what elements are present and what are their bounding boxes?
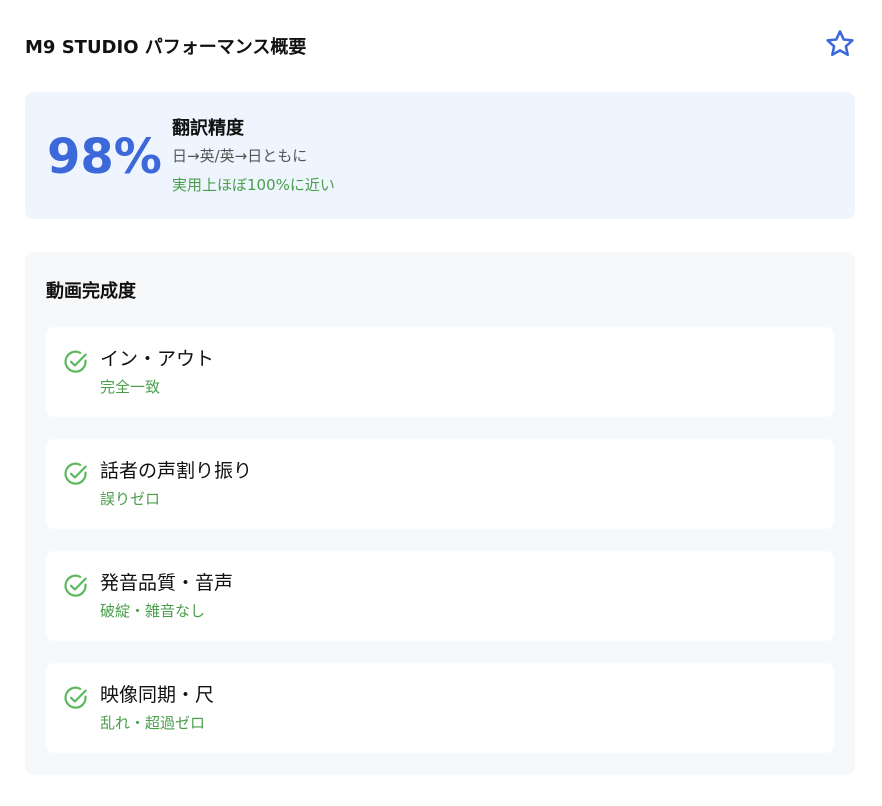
- accuracy-label: 翻訳精度: [172, 118, 244, 139]
- completion-title: 動画完成度: [46, 281, 136, 302]
- list-item: イン・アウト 完全一致: [46, 327, 834, 417]
- check-circle-icon: [64, 574, 87, 597]
- item-label: 話者の声割り振り: [100, 460, 253, 482]
- accuracy-note: 実用上ほぼ100%に近い: [172, 176, 335, 194]
- completion-panel: 動画完成度 イン・アウト 完全一致 話者の声割り振り 誤りゼロ 発音品質・音声 …: [25, 252, 855, 775]
- accuracy-details: 翻訳精度 日→英/英→日ともに 実用上ほぼ100%に近い: [172, 116, 335, 200]
- list-item: 発音品質・音声 破綻・雑音なし: [46, 551, 834, 641]
- accuracy-description: 日→英/英→日ともに: [172, 147, 308, 165]
- check-circle-icon: [64, 350, 87, 373]
- page-title: M9 STUDIO パフォーマンス概要: [25, 37, 307, 58]
- accuracy-value: 98%: [47, 129, 162, 185]
- completion-list: イン・アウト 完全一致 話者の声割り振り 誤りゼロ 発音品質・音声 破綻・雑音な…: [46, 327, 834, 775]
- list-item: 話者の声割り振り 誤りゼロ: [46, 439, 834, 529]
- list-item: 映像同期・尺 乱れ・超過ゼロ: [46, 663, 834, 753]
- check-circle-icon: [64, 686, 87, 709]
- favorite-button[interactable]: [823, 26, 857, 62]
- star-outline-icon: [826, 30, 854, 57]
- header: M9 STUDIO パフォーマンス概要: [25, 26, 857, 64]
- item-status: 完全一致: [100, 378, 161, 396]
- item-label: 発音品質・音声: [100, 572, 234, 594]
- item-status: 破綻・雑音なし: [100, 602, 206, 620]
- accuracy-card: 98% 翻訳精度 日→英/英→日ともに 実用上ほぼ100%に近い: [25, 92, 855, 219]
- item-label: 映像同期・尺: [100, 684, 215, 706]
- item-label: イン・アウト: [100, 348, 215, 370]
- check-circle-icon: [64, 462, 87, 485]
- item-status: 乱れ・超過ゼロ: [100, 714, 206, 732]
- item-status: 誤りゼロ: [100, 490, 161, 508]
